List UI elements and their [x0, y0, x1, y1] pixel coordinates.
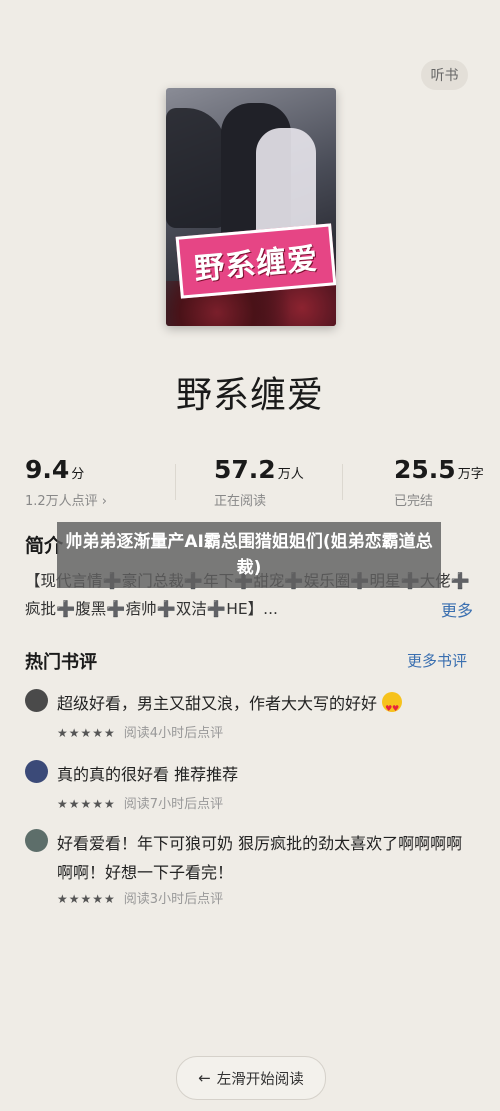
- review-meta: ★★★★★ 阅读3小时后点评: [57, 892, 224, 907]
- review-item[interactable]: 好看爱看！年下可狼可奶 狠厉疯批的劲太喜欢了啊啊啊啊啊啊！好想一下子看完！ ★★…: [25, 829, 477, 909]
- divider: [342, 464, 343, 500]
- rating-count: 1.2万人点评 ›: [25, 494, 108, 509]
- heart-eyes-emoji-icon: [382, 692, 403, 723]
- hot-reviews-heading: 热门书评: [25, 652, 97, 673]
- review-text: 超级好看，男主又甜又浪，作者大大写的好好: [57, 689, 477, 723]
- stat-words: 25.5 万字 已完结: [394, 455, 484, 509]
- review-item[interactable]: 超级好看，男主又甜又浪，作者大大写的好好 ★★★★★阅读4小时后点评: [25, 689, 477, 744]
- status-label: 已完结: [394, 494, 434, 509]
- review-item[interactable]: 真的真的很好看 推荐推荐 ★★★★★ 阅读7小时后点评: [25, 760, 477, 815]
- words-unit: 万字: [457, 467, 484, 482]
- arrow-left-icon: ←: [198, 1069, 211, 1087]
- readers-label: 正在阅读: [214, 494, 267, 509]
- stats-row: 9.4 分 1.2万人点评 › 57.2 万人 正在阅读 25.5 万字 已完结: [0, 455, 500, 510]
- listen-button[interactable]: 听书: [421, 60, 468, 90]
- rating-value: 9.4: [25, 455, 70, 484]
- rating-stars-icon: ★★★★★: [57, 726, 116, 740]
- review-text: 好看爱看！年下可狼可奶 狠厉疯批的劲太喜欢了啊啊啊啊啊啊！好想一下子看完！: [57, 834, 463, 882]
- review-meta: ★★★★★ 阅读4小时后点评: [57, 726, 224, 741]
- swipe-label: 左滑开始阅读: [216, 1071, 304, 1088]
- more-reviews-link[interactable]: 更多书评: [407, 650, 467, 671]
- intro-more-link[interactable]: 更多: [441, 597, 473, 621]
- divider: [175, 464, 176, 500]
- review-meta: ★★★★★ 阅读7小时后点评: [57, 797, 224, 812]
- avatar[interactable]: [25, 689, 48, 712]
- readers-value: 57.2: [214, 455, 276, 484]
- cover-art-wing: [166, 108, 226, 228]
- rating-unit: 分: [71, 467, 85, 482]
- readers-unit: 万人: [277, 467, 304, 482]
- book-title: 野系缠爱: [175, 375, 324, 416]
- swipe-to-read-button[interactable]: ← 左滑开始阅读: [176, 1056, 326, 1100]
- avatar[interactable]: [25, 829, 48, 852]
- words-value: 25.5: [394, 455, 456, 484]
- overlay-caption: 帅弟弟逐渐量产AI霸总围猎姐姐们(姐弟恋霸道总裁): [57, 522, 441, 588]
- book-cover[interactable]: 野系缠爱: [166, 88, 336, 326]
- avatar[interactable]: [25, 760, 48, 783]
- stat-rating[interactable]: 9.4 分 1.2万人点评 ›: [25, 455, 107, 509]
- review-text: 真的真的很好看 推荐推荐: [57, 765, 239, 784]
- rating-stars-icon: ★★★★★: [57, 892, 116, 906]
- rating-stars-icon: ★★★★★: [57, 797, 116, 811]
- stat-readers: 57.2 万人 正在阅读: [214, 455, 304, 509]
